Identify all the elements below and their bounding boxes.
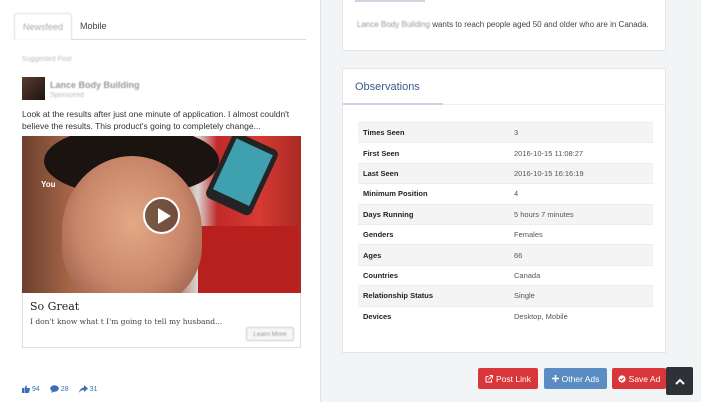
- table-row: Relationship Status Single: [358, 285, 653, 307]
- row-key: Times Seen: [358, 121, 509, 143]
- table-row: First Seen 2016-10-15 11:08:27: [358, 142, 653, 164]
- table-row: Countries Canada: [358, 264, 653, 286]
- scroll-to-top-button[interactable]: [666, 367, 693, 395]
- card-separator: [355, 0, 425, 2]
- likes-count: 94: [22, 385, 40, 393]
- row-key: Relationship Status: [358, 285, 509, 307]
- table-row: Genders Females: [358, 223, 653, 245]
- row-key: Days Running: [358, 203, 509, 225]
- observations-table: Times Seen 3 First Seen 2016-10-15 11:08:2…: [358, 121, 653, 327]
- save-ad-button[interactable]: Save Ad: [612, 368, 666, 389]
- play-button[interactable]: [143, 197, 180, 234]
- row-value: Females: [509, 223, 653, 245]
- row-value: Desktop, Mobile: [509, 305, 653, 327]
- targeting-text: Lance Body Building wants to reach peopl…: [357, 20, 649, 29]
- row-key: Ages: [358, 244, 509, 266]
- suggested-post-label: Suggested Post: [22, 56, 72, 63]
- advertiser-name: Lance Body Building: [357, 20, 430, 29]
- observations-card: Observations Times Seen 3 First Seen 2016-…: [342, 68, 666, 353]
- title-underline: [343, 103, 443, 105]
- chevron-up-icon: [674, 378, 685, 385]
- ad-body-text: Look at the results after just one minut…: [22, 109, 290, 131]
- row-value: 2016-10-15 16:16:19: [509, 162, 653, 184]
- row-value: 4: [509, 183, 653, 205]
- row-key: Last Seen: [358, 162, 509, 184]
- table-row: Last Seen 2016-10-15 16:16:19: [358, 162, 653, 184]
- table-row: Devices Desktop, Mobile: [358, 305, 653, 327]
- other-ads-button[interactable]: Other Ads: [544, 368, 607, 389]
- learn-more-button[interactable]: Learn More: [246, 327, 294, 341]
- tab-newsfeed[interactable]: Newsfeed: [14, 13, 73, 40]
- shares-count: 31: [78, 385, 97, 393]
- row-value: 5 hours 7 minutes: [509, 203, 653, 225]
- ad-preview-panel: Newsfeed Mobile Suggested Post Lance Bod…: [0, 0, 321, 402]
- row-value: 2016-10-15 11:08:27: [509, 142, 653, 164]
- share-icon: [78, 385, 88, 393]
- save-ad-label: Save Ad: [628, 373, 661, 384]
- row-key: Minimum Position: [358, 183, 509, 205]
- video-overlay-text: You: [41, 180, 56, 189]
- reactions-bar: 94 28 31: [22, 385, 97, 393]
- comments-count: 28: [49, 385, 69, 393]
- post-link-label: Post Link: [496, 373, 531, 384]
- other-ads-label: Other Ads: [561, 373, 600, 384]
- sponsored-label: Sponsored: [50, 92, 84, 99]
- video-scene-face: [62, 156, 202, 293]
- row-value: Single: [509, 285, 653, 307]
- row-value: Canada: [509, 264, 653, 286]
- table-row: Days Running 5 hours 7 minutes: [358, 203, 653, 225]
- row-key: Devices: [358, 305, 509, 327]
- row-key: First Seen: [358, 142, 509, 164]
- thumbs-up-icon: [22, 385, 30, 393]
- plus-icon: [551, 375, 559, 382]
- row-key: Genders: [358, 223, 509, 245]
- video-scene-phone: [204, 136, 280, 218]
- row-value: 3: [509, 121, 653, 143]
- preview-tabs: Newsfeed Mobile: [14, 13, 306, 40]
- post-link-button[interactable]: Post Link: [478, 368, 538, 389]
- ad-headline: So Great: [30, 300, 80, 313]
- check-circle-icon: [618, 374, 626, 383]
- targeting-description: wants to reach people aged 50 and older …: [432, 20, 649, 29]
- ad-link-card[interactable]: So Great I don't know what t I'm going t…: [22, 293, 301, 348]
- ad-video[interactable]: You: [22, 136, 301, 293]
- video-scene-shirt: [198, 226, 298, 293]
- table-row: Minimum Position 4: [358, 183, 653, 205]
- page-avatar: [22, 77, 45, 100]
- observations-title: Observations: [355, 81, 420, 93]
- comment-icon: [49, 385, 59, 393]
- targeting-card: Lance Body Building wants to reach peopl…: [342, 0, 666, 51]
- row-value: 66: [509, 244, 653, 266]
- table-row: Times Seen 3: [358, 121, 653, 143]
- tab-mobile[interactable]: Mobile: [72, 13, 115, 40]
- external-link-icon: [485, 374, 494, 382]
- row-key: Countries: [358, 264, 509, 286]
- table-row: Ages 66: [358, 244, 653, 266]
- page-name[interactable]: Lance Body Building: [50, 80, 140, 90]
- ad-description: I don't know what t I'm going to tell my…: [30, 317, 223, 326]
